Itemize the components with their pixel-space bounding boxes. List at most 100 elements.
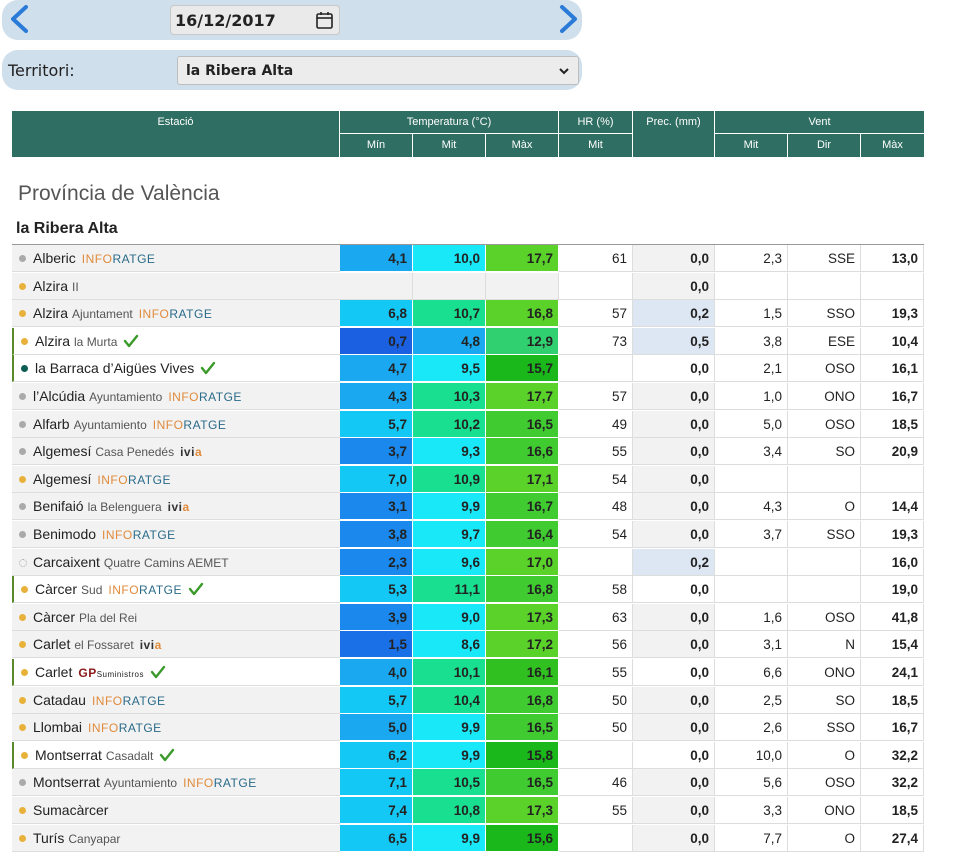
station-name[interactable]: Carcaixent Quatre Camins AEMET <box>33 554 229 570</box>
cell-min: 4,3 <box>340 383 413 410</box>
station-name[interactable]: Alzira Ajuntament INFORATGE <box>33 305 212 321</box>
station-name[interactable]: Turís Canyapar <box>33 830 120 846</box>
cell-mit: 10,9 <box>413 465 486 493</box>
station-name[interactable]: Llombai INFORATGE <box>33 719 162 735</box>
station-name-cell[interactable]: Alfarb Ayuntamiento INFORATGE <box>12 410 340 438</box>
station-name-cell[interactable]: Càrcer Sud INFORATGE <box>12 576 340 604</box>
table-row[interactable]: Càrcer Pla del Rei 3,9 9,0 17,3 63 0,0 1,6 OSO 41… <box>12 603 924 631</box>
station-name[interactable]: Catadau INFORATGE <box>33 692 166 708</box>
table-row[interactable]: Alberic INFORATGE 4,1 10,0 17,7 61 0,0 2,3 SSE 13… <box>12 245 924 272</box>
table-row[interactable]: Llombai INFORATGE 5,0 9,9 16,5 50 0,0 2,6 SSO 16,… <box>12 714 924 742</box>
station-name-cell[interactable]: Carlet GPSuministros <box>12 659 340 686</box>
station-name[interactable]: Càrcer Pla del Rei <box>33 609 137 625</box>
table-row[interactable]: Algemesí Casa Penedés ivia 3,7 9,3 16,6 55 0,0 3… <box>12 438 924 466</box>
station-name[interactable]: Càrcer Sud INFORATGE <box>35 581 204 597</box>
station-name-cell[interactable]: Alzira Ajuntament INFORATGE <box>12 300 340 328</box>
header-hr-mit[interactable]: Mit <box>559 139 632 151</box>
table-row[interactable]: Alzira II 0,0 <box>12 272 924 300</box>
station-name-cell[interactable]: Carcaixent Quatre Camins AEMET <box>12 548 340 576</box>
header-wind-dir[interactable]: Dir <box>788 139 860 151</box>
station-name[interactable]: Alzira II <box>33 278 79 294</box>
table-row[interactable]: Carlet GPSuministros 4,0 10,1 16,1 55 0,0 6,6 ON… <box>12 659 924 686</box>
table-row[interactable]: Montserrat Ayuntamiento INFORATGE 7,1 10,5 16… <box>12 769 924 797</box>
table-row[interactable]: Alzira la Murta 0,7 4,8 12,9 73 0,5 3,8 ESE 10,4 <box>12 327 924 355</box>
station-name-cell[interactable]: Llombai INFORATGE <box>12 714 340 742</box>
table-row[interactable]: Benimodo INFORATGE 3,8 9,7 16,4 54 0,0 3,7 SSO 19… <box>12 521 924 548</box>
cell-min: 7,1 <box>340 769 413 797</box>
region-heading: la Ribera Alta <box>16 220 118 237</box>
cell-min: 5,7 <box>340 410 413 438</box>
station-name[interactable]: la Barraca d’Aigües Vives <box>35 360 216 376</box>
territory-select[interactable]: la Ribera Alta <box>177 56 579 85</box>
cell-prec: 0,0 <box>633 824 715 852</box>
table-row[interactable]: Algemesí INFORATGE 7,0 10,9 17,1 54 0,0 <box>12 465 924 493</box>
station-name-cell[interactable]: Algemesí Casa Penedés ivia <box>12 438 340 466</box>
station-name[interactable]: Montserrat Casadalt <box>35 747 175 763</box>
header-separator <box>558 111 559 157</box>
cell-prec: 0,5 <box>633 327 715 355</box>
table-row[interactable]: Càrcer Sud INFORATGE 5,3 11,1 16,8 58 0,0 19,0 <box>12 576 924 604</box>
station-location: Ayuntamiento <box>89 390 163 404</box>
cell-hr: 50 <box>559 714 633 742</box>
station-name-cell[interactable]: Benifaió la Belenguera ivia <box>12 493 340 521</box>
station-name[interactable]: Carlet el Fossaret ivia <box>33 636 162 652</box>
table-row[interactable]: Carcaixent Quatre Camins AEMET 2,3 9,6 17,0 0… <box>12 548 924 576</box>
station-name-cell[interactable]: Montserrat Casadalt <box>12 741 340 769</box>
date-input[interactable]: 16/12/2017 <box>170 5 340 35</box>
station-name[interactable]: Algemesí INFORATGE <box>33 471 171 487</box>
station-name-cell[interactable]: Algemesí INFORATGE <box>12 465 340 493</box>
cell-min: 4,0 <box>340 659 413 686</box>
station-name-cell[interactable]: Alzira la Murta <box>12 327 340 355</box>
table-row[interactable]: Benifaió la Belenguera ivia 3,1 9,9 16,7 48 0,0… <box>12 493 924 521</box>
table-row[interactable]: Alzira Ajuntament INFORATGE 6,8 10,7 16,8 57 0,… <box>12 300 924 328</box>
station-name-cell[interactable]: Benimodo INFORATGE <box>12 521 340 548</box>
station-name[interactable]: Benifaió la Belenguera ivia <box>33 498 190 514</box>
header-wind-mit[interactable]: Mit <box>715 139 787 151</box>
table-row[interactable]: Turís Canyapar 6,5 9,9 15,6 0,0 7,7 O 27,4 <box>12 824 924 852</box>
header-temp-min[interactable]: Mín <box>340 139 412 151</box>
station-name-cell[interactable]: l’Alcúdia Ayuntamiento INFORATGE <box>12 383 340 410</box>
table-row[interactable]: Carlet el Fossaret ivia 1,5 8,6 17,2 56 0,0 3,1 N… <box>12 631 924 659</box>
status-dot-icon <box>21 586 28 594</box>
table-row[interactable]: Alfarb Ayuntamiento INFORATGE 5,7 10,2 16,5 49… <box>12 410 924 438</box>
cell-wmax: 19,3 <box>861 300 924 328</box>
station-name-cell[interactable]: Alberic INFORATGE <box>12 245 340 272</box>
station-name[interactable]: Sumacàrcer <box>33 802 108 818</box>
station-main-name: Carcaixent <box>33 553 100 570</box>
next-day-button[interactable] <box>554 4 582 34</box>
station-name[interactable]: Alberic INFORATGE <box>33 250 155 266</box>
cell-wmax: 32,2 <box>861 741 924 769</box>
cell-hr: 73 <box>559 327 633 355</box>
station-name[interactable]: Montserrat Ayuntamiento INFORATGE <box>33 774 257 790</box>
header-wind-max[interactable]: Màx <box>861 139 924 151</box>
table-row[interactable]: la Barraca d’Aigües Vives 4,7 9,5 15,7 0,0 2,… <box>12 355 924 383</box>
station-name-cell[interactable]: Turís Canyapar <box>12 824 340 852</box>
station-name[interactable]: Benimodo INFORATGE <box>33 526 176 542</box>
station-name-cell[interactable]: Montserrat Ayuntamiento INFORATGE <box>12 769 340 797</box>
station-name-cell[interactable]: la Barraca d’Aigües Vives <box>12 355 340 383</box>
station-name[interactable]: Algemesí Casa Penedés ivia <box>33 443 202 459</box>
station-name-cell[interactable]: Sumacàrcer <box>12 797 340 824</box>
cell-min <box>340 272 413 300</box>
station-name[interactable]: Alfarb Ayuntamiento INFORATGE <box>33 416 226 432</box>
table-row[interactable]: Montserrat Casadalt 6,2 9,9 15,8 0,0 10,0 O 32,2 <box>12 741 924 769</box>
station-name[interactable]: l’Alcúdia Ayuntamiento INFORATGE <box>33 388 242 404</box>
station-name[interactable]: Carlet GPSuministros <box>35 664 166 680</box>
calendar-icon[interactable] <box>316 11 333 29</box>
cell-wdir: SSO <box>788 714 861 742</box>
table-row[interactable]: Catadau INFORATGE 5,7 10,4 16,8 50 0,0 2,5 SO 18,… <box>12 686 924 714</box>
station-name-cell[interactable]: Catadau INFORATGE <box>12 686 340 714</box>
cell-prec: 0,0 <box>633 245 715 272</box>
station-name-cell[interactable]: Carlet el Fossaret ivia <box>12 631 340 659</box>
cell-min: 3,1 <box>340 493 413 521</box>
header-temp-max[interactable]: Màx <box>486 139 558 151</box>
previous-day-button[interactable] <box>6 4 34 34</box>
station-main-name: Benifaió <box>33 498 84 515</box>
table-row[interactable]: Sumacàrcer 7,4 10,8 17,3 55 0,0 3,3 ONO 18,5 <box>12 797 924 824</box>
header-temp-mit[interactable]: Mit <box>413 139 485 151</box>
station-name-cell[interactable]: Alzira II <box>12 272 340 300</box>
table-row[interactable]: l’Alcúdia Ayuntamiento INFORATGE 4,3 10,3 17,… <box>12 383 924 410</box>
station-name[interactable]: Alzira la Murta <box>35 333 139 349</box>
station-name-cell[interactable]: Càrcer Pla del Rei <box>12 603 340 631</box>
status-dot-icon <box>19 641 26 649</box>
